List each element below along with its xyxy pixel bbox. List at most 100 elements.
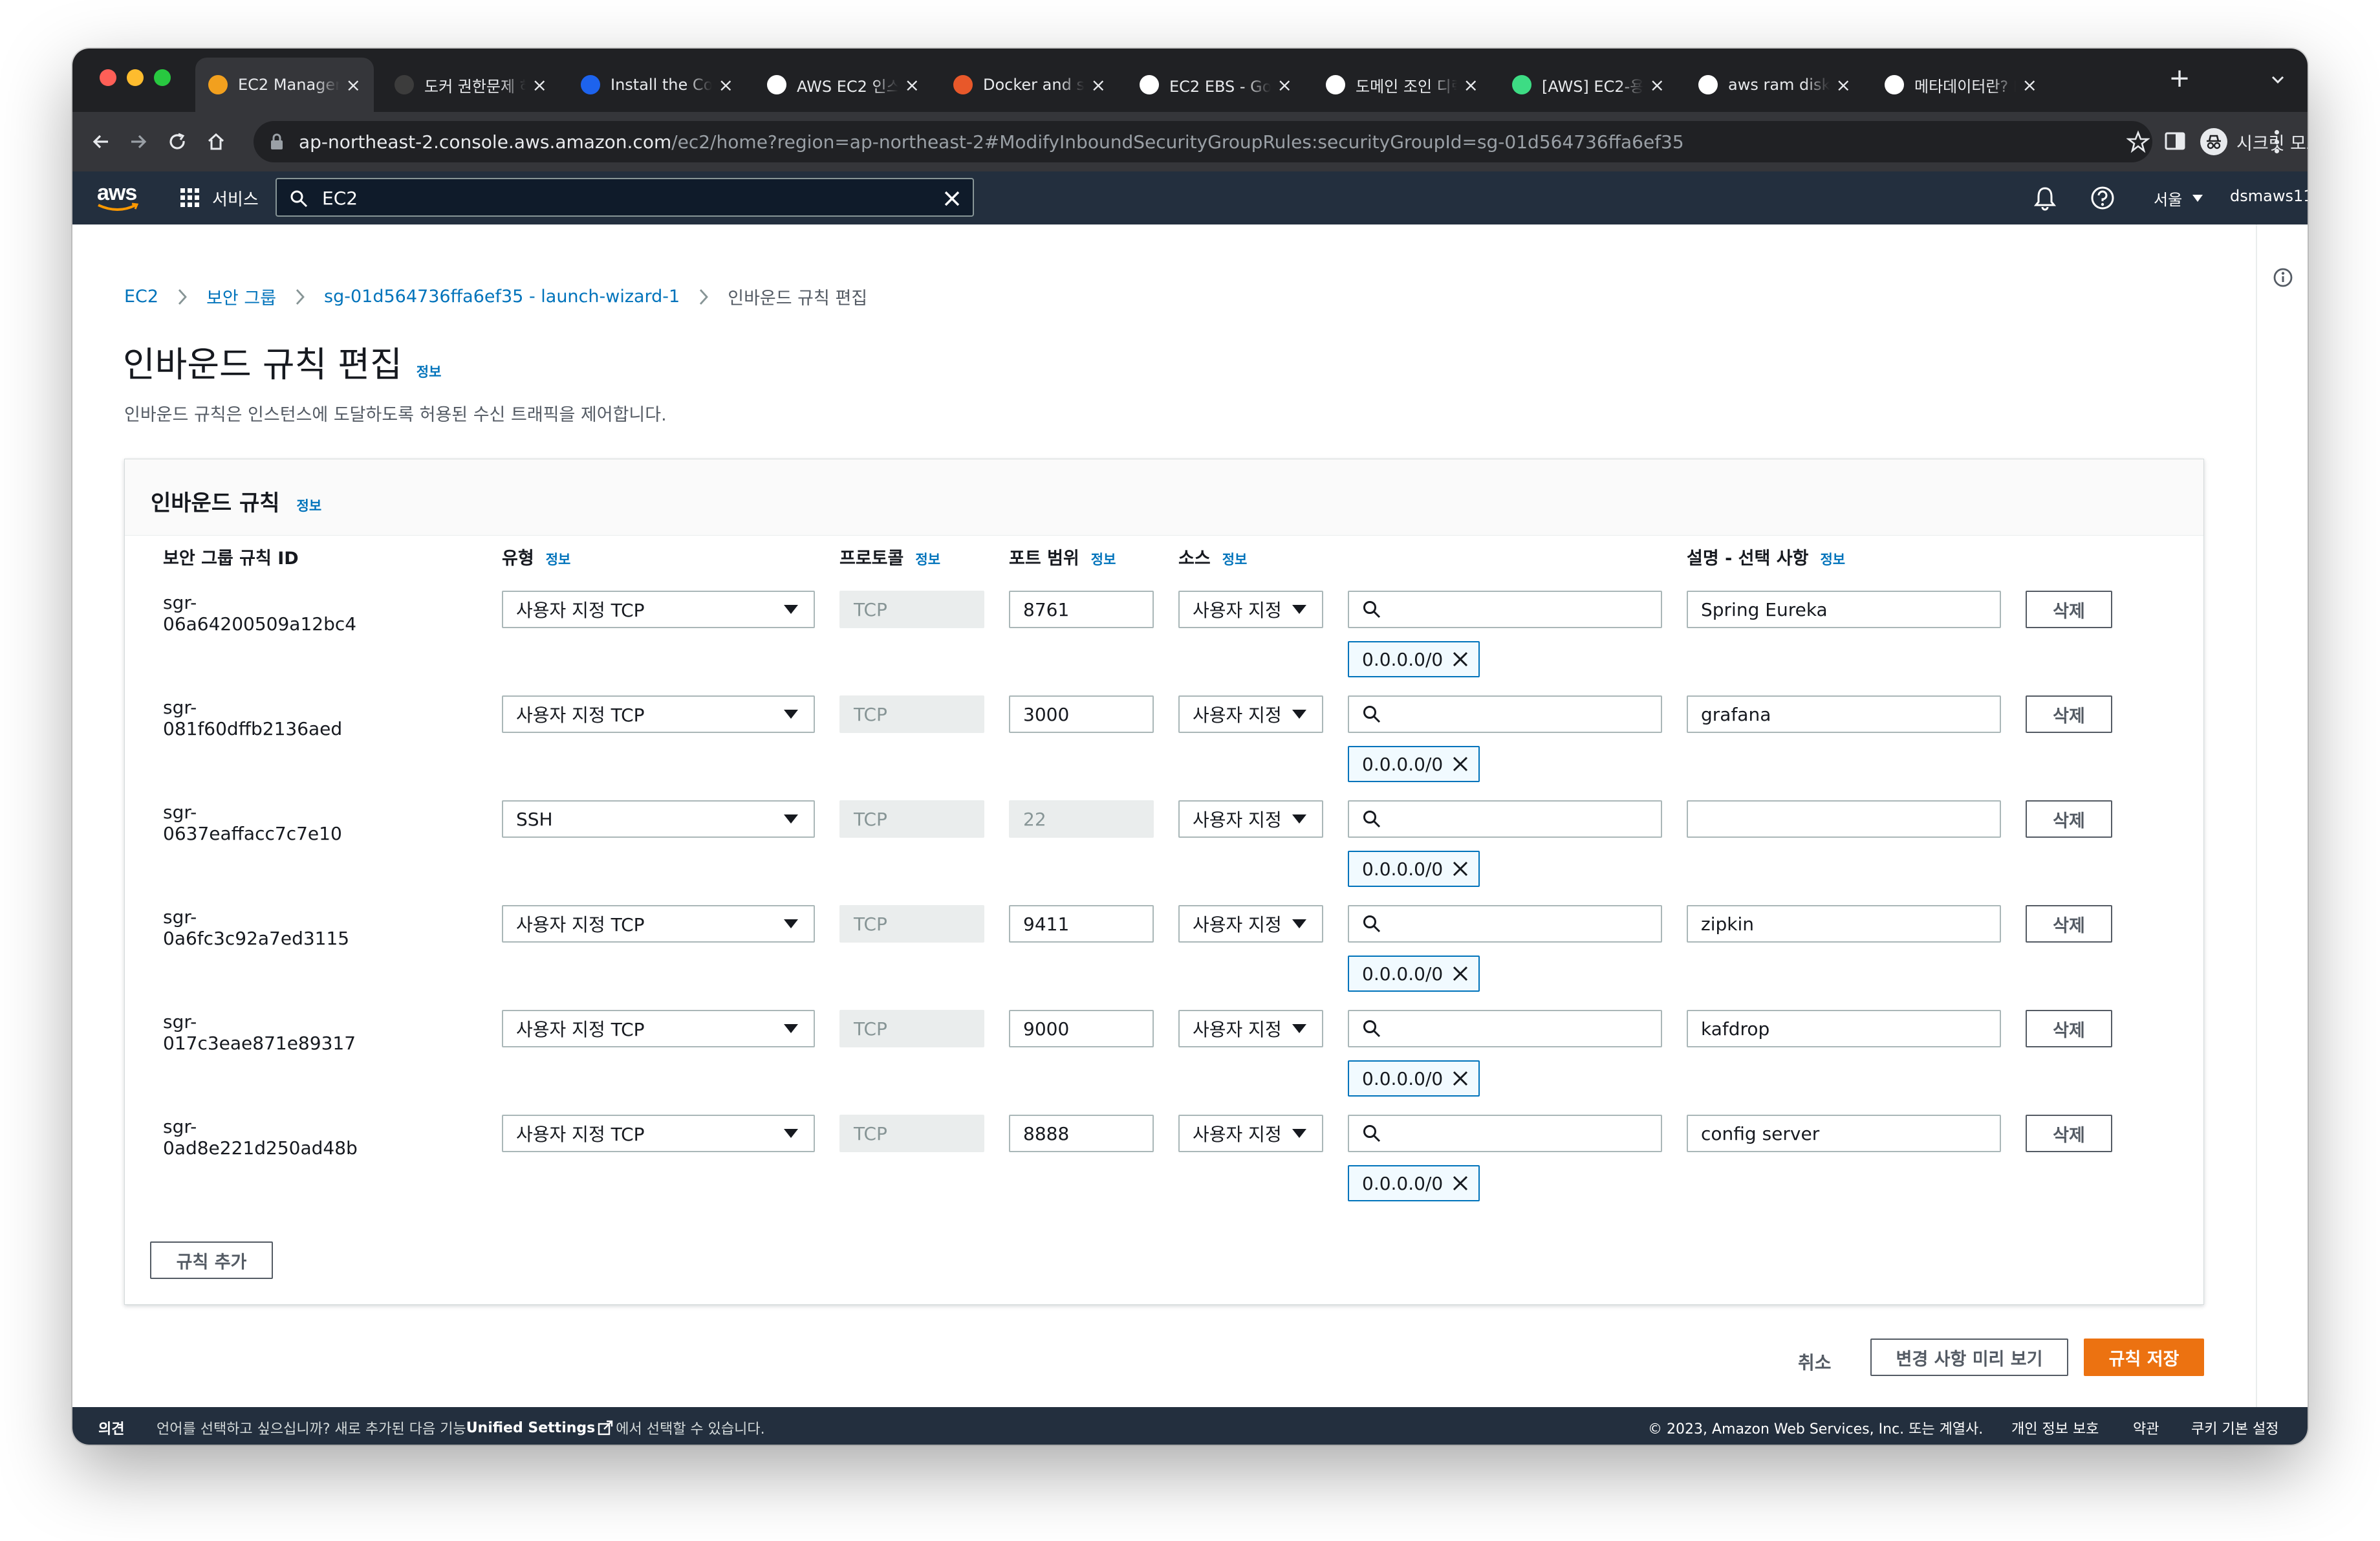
close-tab-icon[interactable]: × xyxy=(1836,74,1851,96)
cancel-link[interactable]: 취소 xyxy=(1798,1349,1832,1375)
protocol-field: TCP xyxy=(839,905,984,943)
clear-search-icon[interactable] xyxy=(943,190,961,208)
port-range-input[interactable]: 8888 xyxy=(1009,1115,1154,1152)
remove-cidr-icon[interactable] xyxy=(1451,1069,1469,1087)
browser-tab[interactable]: aws ram disk id × xyxy=(1685,58,1864,112)
browser-menu-icon[interactable] xyxy=(2271,130,2282,153)
privacy-link[interactable]: 개인 정보 보호 xyxy=(2011,1417,2099,1438)
preview-changes-button[interactable]: 변경 사항 미리 보기 xyxy=(1870,1339,2068,1376)
breadcrumb-security-groups[interactable]: 보안 그룹 xyxy=(206,284,276,309)
remove-cidr-icon[interactable] xyxy=(1451,860,1469,878)
cidr-search-input[interactable] xyxy=(1348,905,1662,943)
source-select[interactable]: 사용자 지정 xyxy=(1178,800,1323,838)
remove-cidr-icon[interactable] xyxy=(1451,965,1469,983)
notifications-bell-icon[interactable] xyxy=(2033,186,2057,212)
add-rule-button[interactable]: 규칙 추가 xyxy=(150,1241,273,1279)
cidr-search-input[interactable] xyxy=(1348,695,1662,733)
back-arrow-icon[interactable] xyxy=(84,125,118,158)
panel-info-link[interactable]: 정보 xyxy=(297,496,322,515)
remove-cidr-icon[interactable] xyxy=(1451,1174,1469,1192)
cidr-search-input[interactable] xyxy=(1348,591,1662,628)
cidr-search-input[interactable] xyxy=(1348,800,1662,838)
side-panel-icon[interactable] xyxy=(2164,130,2186,152)
close-tab-icon[interactable]: × xyxy=(719,74,733,96)
description-input[interactable]: Spring Eureka xyxy=(1687,591,2001,628)
description-input[interactable] xyxy=(1687,800,2001,838)
port-range-input[interactable]: 9411 xyxy=(1009,905,1154,943)
close-tab-icon[interactable]: × xyxy=(905,74,920,96)
source-select[interactable]: 사용자 지정 xyxy=(1178,905,1323,943)
save-rules-button[interactable]: 규칙 저장 xyxy=(2084,1339,2204,1376)
port-range-input[interactable]: 8761 xyxy=(1009,591,1154,628)
feedback-link[interactable]: 의견 xyxy=(98,1417,124,1438)
region-selector[interactable]: 서울 xyxy=(2154,187,2203,210)
aws-search-input[interactable]: EC2 xyxy=(276,178,974,217)
close-tab-icon[interactable]: × xyxy=(346,74,361,96)
aws-logo[interactable]: aws xyxy=(96,180,144,214)
help-icon[interactable] xyxy=(2090,186,2115,210)
bookmark-star-icon[interactable] xyxy=(2126,130,2150,153)
delete-rule-button[interactable]: 삭제 xyxy=(2026,1010,2112,1047)
remove-cidr-icon[interactable] xyxy=(1451,650,1469,668)
port-range-input[interactable]: 3000 xyxy=(1009,695,1154,733)
tab-search-chevron-icon[interactable] xyxy=(2270,72,2286,87)
delete-rule-button[interactable]: 삭제 xyxy=(2026,1115,2112,1152)
browser-tab[interactable]: Install the Compose plugin × xyxy=(568,58,746,112)
cookie-preferences-link[interactable]: 쿠키 기본 설정 xyxy=(2191,1417,2278,1438)
forward-arrow-icon[interactable] xyxy=(122,125,155,158)
address-bar[interactable]: ap-northeast-2.console.aws.amazon.com/ec… xyxy=(254,121,2152,162)
delete-rule-button[interactable]: 삭제 xyxy=(2026,591,2112,628)
breadcrumb-security-group[interactable]: sg-01d564736ffa6ef35 - launch-wizard-1 xyxy=(324,287,680,307)
reload-icon[interactable] xyxy=(160,125,194,158)
delete-rule-button[interactable]: 삭제 xyxy=(2026,800,2112,838)
browser-tab[interactable]: AWS EC2 인스턴스 × xyxy=(754,58,933,112)
rule-type-select[interactable]: 사용자 지정 TCP xyxy=(502,1010,815,1047)
close-tab-icon[interactable]: × xyxy=(532,74,547,96)
browser-tab[interactable]: 도커 권한문제 해결 × xyxy=(382,58,560,112)
rule-type-select[interactable]: 사용자 지정 TCP xyxy=(502,1115,815,1152)
close-tab-icon[interactable]: × xyxy=(2022,74,2037,96)
minimize-window-icon[interactable] xyxy=(127,69,144,86)
home-icon[interactable] xyxy=(199,125,233,158)
rule-type-select[interactable]: 사용자 지정 TCP xyxy=(502,695,815,733)
rule-type-select[interactable]: SSH xyxy=(502,800,815,838)
cidr-search-input[interactable] xyxy=(1348,1010,1662,1047)
close-window-icon[interactable] xyxy=(100,69,116,86)
browser-tab[interactable]: 도메인 조인 디렉터리 × xyxy=(1313,58,1491,112)
close-tab-icon[interactable]: × xyxy=(1277,74,1292,96)
description-input[interactable]: kafdrop xyxy=(1687,1010,2001,1047)
description-input[interactable]: grafana xyxy=(1687,695,2001,733)
info-panel-icon[interactable] xyxy=(2273,267,2293,288)
browser-tab[interactable]: [AWS] EC2-용량 × xyxy=(1499,58,1678,112)
account-menu[interactable]: dsmaws11 xyxy=(2230,187,2308,205)
lock-icon[interactable] xyxy=(269,133,285,151)
source-select[interactable]: 사용자 지정 xyxy=(1178,591,1323,628)
services-menu[interactable]: 서비스 xyxy=(180,186,259,210)
close-tab-icon[interactable]: × xyxy=(1464,74,1478,96)
source-select[interactable]: 사용자 지정 xyxy=(1178,1010,1323,1047)
source-select[interactable]: 사용자 지정 xyxy=(1178,1115,1323,1152)
terms-link[interactable]: 약관 xyxy=(2133,1417,2159,1438)
browser-tab[interactable]: EC2 Management Console × xyxy=(195,58,374,112)
breadcrumb-ec2[interactable]: EC2 xyxy=(124,287,158,307)
browser-tab[interactable]: 메타데이터란? EC2 × xyxy=(1872,58,2050,112)
delete-rule-button[interactable]: 삭제 xyxy=(2026,905,2112,943)
remove-cidr-icon[interactable] xyxy=(1451,755,1469,773)
browser-tab[interactable]: EC2 EBS - Google 검색 × xyxy=(1127,58,1305,112)
description-input[interactable]: zipkin xyxy=(1687,905,2001,943)
rule-type-select[interactable]: 사용자 지정 TCP xyxy=(502,905,815,943)
source-select[interactable]: 사용자 지정 xyxy=(1178,695,1323,733)
browser-tab[interactable]: Docker and systemd × xyxy=(940,58,1119,112)
page-header: 인바운드 규칙 편집 정보 xyxy=(123,336,441,387)
close-tab-icon[interactable]: × xyxy=(1650,74,1665,96)
description-input[interactable]: config server xyxy=(1687,1115,2001,1152)
delete-rule-button[interactable]: 삭제 xyxy=(2026,695,2112,733)
page-info-link[interactable]: 정보 xyxy=(416,362,442,381)
rule-type-select[interactable]: 사용자 지정 TCP xyxy=(502,591,815,628)
new-tab-icon[interactable]: + xyxy=(2167,65,2192,93)
port-range-input[interactable]: 9000 xyxy=(1009,1010,1154,1047)
close-tab-icon[interactable]: × xyxy=(1091,74,1106,96)
unified-settings-link[interactable]: Unified Settings xyxy=(466,1420,596,1436)
zoom-window-icon[interactable] xyxy=(154,69,171,86)
cidr-search-input[interactable] xyxy=(1348,1115,1662,1152)
